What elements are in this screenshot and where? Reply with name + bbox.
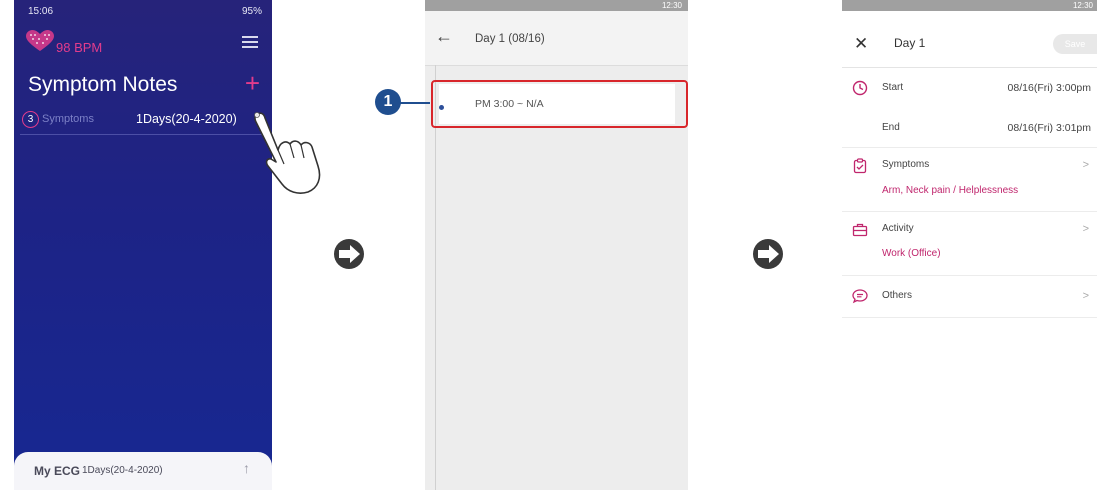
status-time: 12:30 bbox=[661, 1, 682, 10]
menu-icon[interactable] bbox=[242, 36, 258, 51]
status-battery: 95% bbox=[241, 6, 262, 17]
time-section: Start 08/16(Fri) 3:00pm End 08/16(Fri) 3… bbox=[842, 67, 1097, 148]
activity-label: Activity bbox=[882, 223, 914, 234]
heart-icon bbox=[26, 30, 54, 51]
chevron-right-icon: > bbox=[1082, 159, 1089, 171]
expand-up-icon[interactable]: ↑ bbox=[243, 460, 250, 476]
symptoms-row[interactable]: Symptoms > Arm, Neck pain / Helplessness bbox=[842, 147, 1097, 212]
timeline-line bbox=[435, 65, 436, 490]
page-title: Symptom Notes bbox=[28, 73, 178, 96]
my-ecg-card[interactable]: My ECG 1Days(20-4-2020) ↑ bbox=[14, 452, 272, 490]
time-entry-label: PM 3:00 ~ N/A bbox=[475, 98, 544, 110]
top-app-bar: ✕ Day 1 Save bbox=[842, 11, 1097, 68]
step-callout-badge: 1 bbox=[375, 89, 401, 115]
ecg-days: 1Days(20-4-2020) bbox=[82, 465, 163, 476]
symptoms-label: Symptoms bbox=[42, 113, 94, 125]
status-time: 12:30 bbox=[1072, 1, 1093, 10]
add-button[interactable]: + bbox=[245, 70, 260, 96]
heart-rate-value: 98 BPM bbox=[56, 40, 103, 55]
time-entry-item[interactable]: PM 3:00 ~ N/A bbox=[439, 84, 675, 124]
ecg-title: My ECG bbox=[34, 464, 81, 478]
end-label: End bbox=[882, 122, 900, 133]
clock-icon bbox=[852, 80, 868, 96]
activity-row[interactable]: Activity > Work (Office) bbox=[842, 211, 1097, 276]
highlight-box: PM 3:00 ~ N/A bbox=[431, 80, 688, 128]
symptom-count-badge: 3 bbox=[22, 111, 39, 128]
symptoms-value: Arm, Neck pain / Helplessness bbox=[882, 185, 1019, 196]
close-icon[interactable]: ✕ bbox=[854, 34, 868, 54]
status-bar: 12:30 bbox=[842, 0, 1097, 11]
status-bar: 12:30 bbox=[425, 0, 688, 11]
symptom-days: 1Days(20-4-2020) bbox=[136, 112, 237, 126]
tap-hand-icon bbox=[254, 112, 321, 194]
symptoms-label: Symptoms bbox=[882, 159, 930, 170]
chevron-right-icon: > bbox=[1082, 290, 1089, 302]
next-step-arrow-icon bbox=[334, 239, 364, 269]
status-time: 15:06 bbox=[28, 6, 54, 17]
chat-bubble-icon bbox=[852, 289, 868, 304]
others-row[interactable]: Others > bbox=[842, 275, 1097, 318]
callout-line bbox=[399, 102, 430, 104]
briefcase-icon bbox=[852, 223, 868, 237]
activity-value: Work (Office) bbox=[882, 248, 941, 259]
symptom-detail-screen: 12:30 ✕ Day 1 Save Start 08/16(Fri) 3:00… bbox=[842, 0, 1097, 490]
chevron-right-icon: > bbox=[1082, 223, 1089, 235]
top-app-bar: ← Day 1 (08/16) bbox=[425, 11, 688, 66]
back-arrow-icon[interactable]: ← bbox=[435, 26, 453, 47]
page-title: Day 1 (08/16) bbox=[475, 33, 545, 45]
clipboard-icon bbox=[853, 158, 867, 174]
save-button[interactable]: Save bbox=[1053, 34, 1097, 54]
timeline-dot bbox=[439, 105, 444, 110]
start-label: Start bbox=[882, 82, 904, 93]
next-step-arrow-icon bbox=[753, 239, 783, 269]
page-title: Day 1 bbox=[894, 36, 926, 50]
end-value[interactable]: 08/16(Fri) 3:01pm bbox=[1008, 122, 1091, 134]
start-value[interactable]: 08/16(Fri) 3:00pm bbox=[1008, 82, 1091, 94]
status-bar: 15:06 95% bbox=[14, 0, 272, 22]
symptom-list-item[interactable]: 3 Symptoms 1Days(20-4-2020) › bbox=[20, 108, 264, 135]
others-label: Others bbox=[882, 290, 913, 301]
symptom-notes-screen: 15:06 95% 98 BPM Symptom Notes + 3 Sympt… bbox=[14, 0, 272, 490]
day-entries-screen: 12:30 ← Day 1 (08/16) PM 3:00 ~ N/A bbox=[425, 0, 688, 490]
